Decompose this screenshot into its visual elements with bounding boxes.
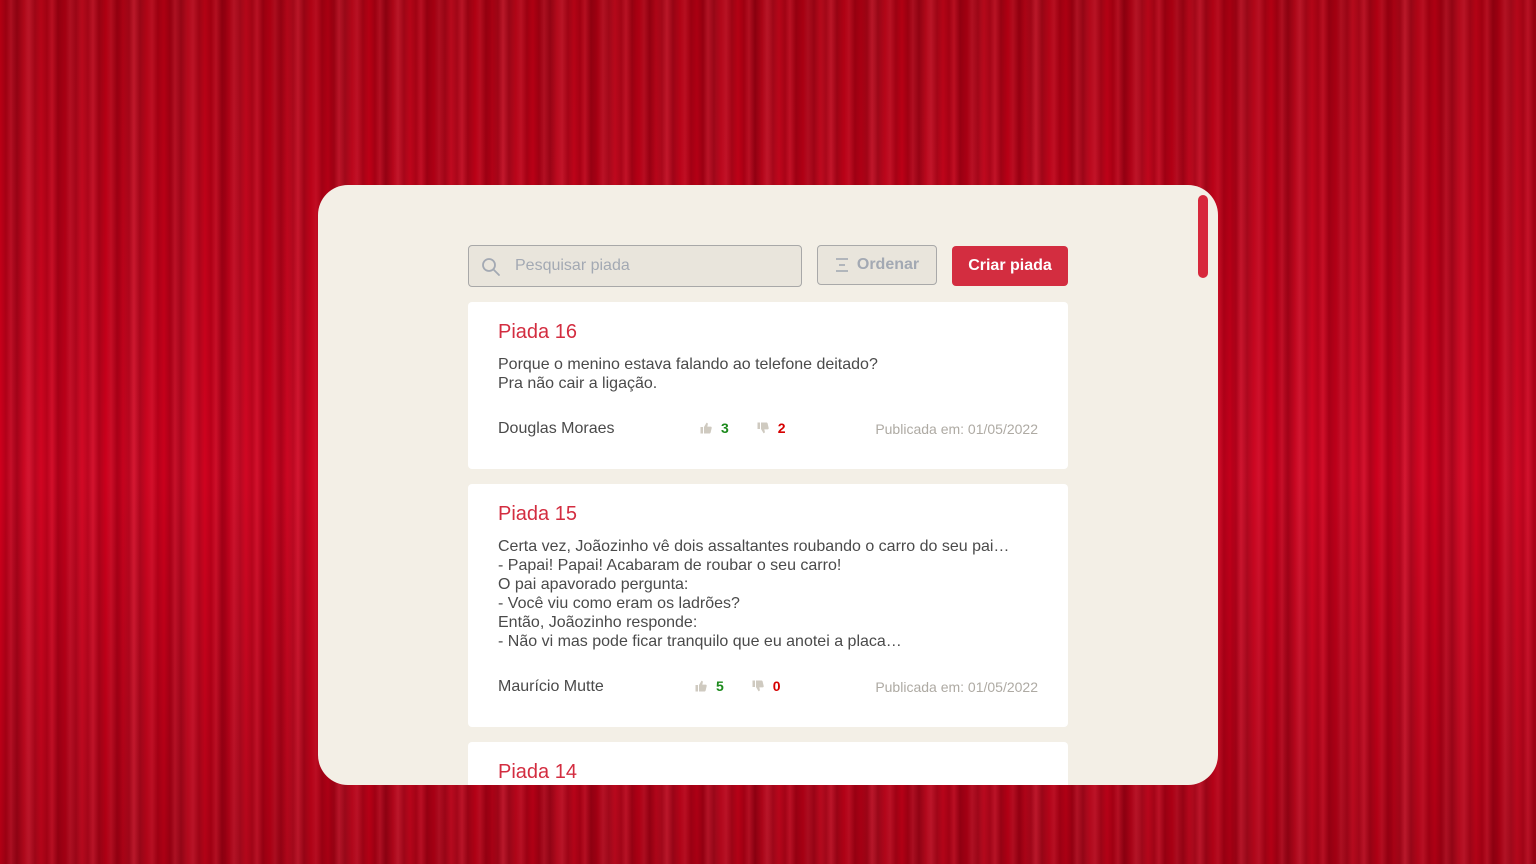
dislike-button[interactable]: 0 [752,678,781,694]
like-count: 3 [721,420,729,436]
joke-line: Pra não cair a ligação. [498,375,658,392]
joke-line: O pai apavorado pergunta: [498,576,689,593]
main-panel: Ordenar Criar piada Piada 16 Porque o me… [318,185,1218,785]
joke-body: Certa vez, Joãozinho vê dois assaltantes… [498,537,1038,651]
thumbs-up-icon [695,680,707,692]
joke-author: Maurício Mutte [498,678,604,695]
joke-line: - Não vi mas pode ficar tranquilo que eu… [498,633,902,650]
joke-title: Piada 15 [498,503,577,525]
dislike-count: 0 [772,678,781,694]
joke-card: Piada 15 Certa vez, Joãozinho vê dois as… [468,484,1068,727]
dislike-button[interactable]: 2 [757,420,786,436]
sort-button[interactable]: Ordenar [817,245,937,285]
joke-line: Porque o menino estava falando ao telefo… [498,356,878,373]
like-button[interactable]: 3 [700,420,729,436]
thumbs-down-icon [757,422,769,434]
thumbs-up-icon [700,422,712,434]
thumbs-down-icon [752,680,764,692]
joke-body: Porque o menino estava falando ao telefo… [498,355,1038,393]
published-date: Publicada em: 01/05/2022 [875,421,1038,437]
sort-icon [835,258,848,272]
joke-list: Piada 16 Porque o menino estava falando … [468,302,1068,785]
joke-line: - Papai! Papai! Acabaram de roubar o seu… [498,557,842,574]
joke-line: - Você viu como eram os ladrões? [498,595,740,612]
joke-scroll-area[interactable]: Ordenar Criar piada Piada 16 Porque o me… [318,185,1218,785]
joke-author: Douglas Moraes [498,420,615,437]
scrollbar-thumb[interactable] [1198,195,1208,278]
joke-card: Piada 14 [468,742,1068,785]
joke-card: Piada 16 Porque o menino estava falando … [468,302,1068,469]
like-count: 5 [716,678,724,694]
joke-footer: Douglas Moraes 3 2 Publicada em: 01/05/2… [498,418,1038,440]
joke-footer: Maurício Mutte 5 0 Publicada em: 01/05/2… [498,676,1038,698]
search-box[interactable] [468,245,802,287]
joke-title: Piada 16 [498,321,577,343]
joke-title: Piada 14 [498,761,577,783]
joke-line: Então, Joãozinho responde: [498,614,698,631]
published-date: Publicada em: 01/05/2022 [875,679,1038,695]
vote-group: 5 0 [695,678,781,694]
like-button[interactable]: 5 [695,678,724,694]
sort-button-label: Ordenar [856,256,920,273]
search-input[interactable] [515,246,795,286]
create-joke-button[interactable]: Criar piada [952,246,1068,286]
search-icon [482,258,500,276]
joke-line: Certa vez, Joãozinho vê dois assaltantes… [498,538,1010,555]
vote-group: 3 2 [700,420,786,436]
toolbar: Ordenar Criar piada [468,245,1068,287]
dislike-count: 2 [777,420,786,436]
